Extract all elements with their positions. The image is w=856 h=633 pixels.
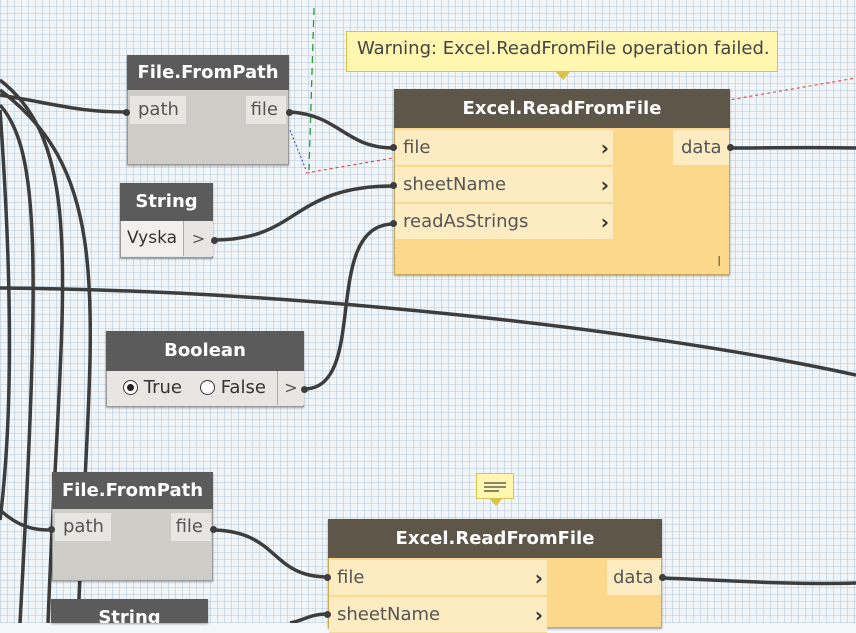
excel-read-from-file-node[interactable]: Excel.ReadFromFile file › sheetName › re… — [394, 89, 730, 275]
input-port-dot[interactable] — [390, 144, 397, 151]
input-port-sheetname[interactable]: sheetName › — [329, 597, 547, 633]
output-port-dot[interactable] — [286, 109, 293, 116]
output-port-dot[interactable] — [301, 386, 308, 393]
output-port-dot[interactable] — [211, 237, 218, 244]
wire[interactable] — [290, 614, 328, 623]
output-port-dot[interactable] — [727, 144, 734, 151]
input-port-dot[interactable] — [324, 574, 331, 581]
port-label: file — [403, 137, 430, 158]
input-port-dot[interactable] — [390, 182, 397, 189]
string-value-input[interactable]: Vyska — [121, 221, 183, 256]
radio-false-label: False — [221, 377, 266, 398]
guide-line-blue — [290, 130, 306, 170]
warning-tooltip: Warning: Excel.ReadFromFile operation fa… — [346, 31, 778, 72]
chevron-right-icon: › — [601, 204, 609, 240]
chevron-right-icon: › — [535, 597, 543, 633]
wire[interactable] — [662, 578, 856, 583]
input-port-dot[interactable] — [324, 611, 331, 618]
note-icon[interactable] — [476, 473, 514, 499]
lacing-indicator[interactable]: l — [717, 255, 721, 270]
radio-true-option[interactable]: True — [123, 377, 182, 398]
input-port-sheetname[interactable]: sheetName › — [395, 167, 613, 203]
chevron-right-icon: › — [535, 560, 543, 596]
input-port-dot[interactable] — [123, 109, 130, 116]
output-port-data[interactable]: data — [673, 130, 729, 166]
string-node[interactable]: String — [51, 599, 208, 623]
radio-true[interactable] — [123, 380, 138, 395]
excel-read-from-file-node[interactable]: Excel.ReadFromFile file › sheetName › da… — [328, 519, 662, 628]
node-title[interactable]: File.FromPath — [127, 55, 289, 90]
node-title[interactable]: Excel.ReadFromFile — [394, 89, 730, 128]
node-title[interactable]: String — [120, 183, 213, 221]
port-label: file — [337, 567, 364, 588]
lines-icon — [477, 474, 513, 498]
output-port-data[interactable]: data — [607, 560, 661, 596]
radio-true-label: True — [144, 377, 182, 398]
string-node[interactable]: String Vyska > — [120, 183, 213, 258]
input-port-dot[interactable] — [48, 526, 55, 533]
node-title[interactable]: String — [51, 599, 208, 623]
output-port-file[interactable]: file — [171, 513, 211, 541]
input-port-path[interactable]: path — [130, 96, 186, 124]
warning-text: Warning: Excel.ReadFromFile operation fa… — [357, 38, 770, 59]
radio-false[interactable] — [200, 380, 215, 395]
output-port-dot[interactable] — [210, 526, 217, 533]
node-title[interactable]: Excel.ReadFromFile — [328, 519, 662, 558]
input-port-path[interactable]: path — [55, 513, 111, 541]
output-port-dot[interactable] — [659, 574, 666, 581]
guide-line-vertical — [309, 8, 314, 170]
input-port-dot[interactable] — [390, 220, 397, 227]
file-from-path-node[interactable]: File.FromPath path file — [127, 55, 289, 165]
file-from-path-node[interactable]: File.FromPath path file — [52, 472, 213, 581]
port-label: sheetName — [337, 604, 440, 625]
boolean-node[interactable]: Boolean True False > — [106, 331, 304, 407]
wire[interactable] — [290, 112, 394, 148]
node-title[interactable]: Boolean — [106, 331, 304, 371]
output-port-button[interactable]: > — [277, 371, 304, 405]
output-port-file[interactable]: file — [246, 96, 286, 124]
output-port-button[interactable]: > — [183, 221, 213, 256]
wire[interactable] — [214, 530, 328, 577]
wire[interactable] — [0, 110, 9, 520]
node-title[interactable]: File.FromPath — [52, 472, 213, 509]
chevron-right-icon: › — [601, 130, 609, 166]
port-label: sheetName — [403, 174, 506, 195]
input-port-file[interactable]: file › — [329, 560, 547, 596]
wire[interactable] — [214, 186, 394, 240]
input-port-readasstrings[interactable]: readAsStrings › — [395, 204, 613, 240]
chevron-right-icon: › — [601, 167, 609, 203]
input-port-file[interactable]: file › — [395, 130, 613, 166]
port-label: readAsStrings — [403, 211, 528, 232]
radio-false-option[interactable]: False — [200, 377, 266, 398]
